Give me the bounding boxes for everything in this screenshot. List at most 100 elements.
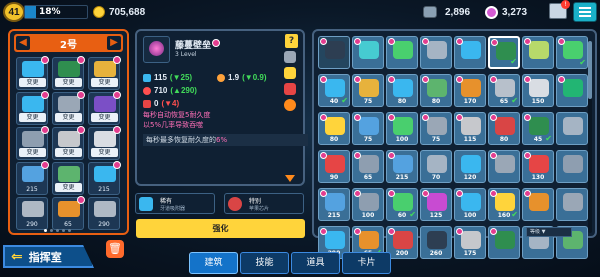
tower-card[interactable]: 80 bbox=[386, 74, 418, 107]
tower-card[interactable]: 100 bbox=[454, 188, 486, 221]
loadout-slot[interactable]: 变更 bbox=[88, 91, 121, 125]
tower-card[interactable]: 75 bbox=[352, 112, 384, 145]
tab-items[interactable]: 道具 bbox=[291, 252, 340, 274]
loadout-slot[interactable]: 变更 bbox=[52, 162, 84, 195]
tower-card[interactable]: ✔ bbox=[488, 36, 520, 69]
tower-card[interactable]: ✔ bbox=[556, 36, 588, 69]
tab-cards[interactable]: 卡片 bbox=[342, 252, 391, 274]
tower-card[interactable]: 65✔ bbox=[488, 74, 520, 107]
loadout-slot[interactable]: 65 bbox=[52, 196, 85, 230]
loadout-slot[interactable]: 变更 bbox=[88, 126, 121, 160]
loadout-slot[interactable]: 290 bbox=[88, 197, 120, 230]
coin-counter[interactable]: 705,688 bbox=[93, 4, 145, 20]
plant-icon[interactable] bbox=[284, 67, 296, 79]
tower-card[interactable] bbox=[522, 36, 554, 69]
tower-card[interactable]: 115 bbox=[454, 112, 486, 145]
tower-icon bbox=[495, 193, 515, 211]
tower-card[interactable]: 160 ✔ bbox=[488, 188, 520, 221]
loadout-slot[interactable]: 变更 bbox=[52, 91, 85, 125]
trash-icon[interactable]: 🗑 bbox=[106, 240, 124, 258]
tower-card[interactable] bbox=[556, 112, 588, 145]
tower-card[interactable] bbox=[420, 36, 452, 69]
loadout-slot[interactable]: 变更 bbox=[16, 56, 49, 90]
gear-icon[interactable] bbox=[284, 99, 296, 111]
loadout-slot[interactable]: 290 bbox=[16, 197, 48, 230]
tower-card[interactable] bbox=[556, 74, 588, 107]
tower-card[interactable] bbox=[556, 188, 588, 221]
expand-arrow-icon[interactable] bbox=[285, 175, 295, 182]
prev-floor-button[interactable]: ◀ bbox=[16, 36, 30, 50]
tower-card[interactable]: 80 bbox=[488, 112, 520, 145]
upgrade-button[interactable]: 强化 bbox=[136, 219, 305, 238]
tower-card[interactable]: 175 bbox=[454, 226, 486, 259]
tower-card[interactable]: 40 ✔ bbox=[318, 74, 350, 107]
slot-value: 215 bbox=[98, 186, 110, 193]
tower-card[interactable]: 100 bbox=[386, 112, 418, 145]
fire-icon[interactable] bbox=[284, 83, 296, 95]
tower-card[interactable] bbox=[386, 36, 418, 69]
tower-card[interactable]: 215 bbox=[318, 188, 350, 221]
tower-card[interactable]: 100 bbox=[352, 188, 384, 221]
change-label: 变更 bbox=[55, 78, 82, 87]
tower-card[interactable]: 125 bbox=[420, 188, 452, 221]
tower-card[interactable]: 150 bbox=[522, 74, 554, 107]
tower-card[interactable]: 120 bbox=[454, 150, 486, 183]
tower-card[interactable] bbox=[488, 150, 520, 183]
sort-dropdown[interactable]: 等级 ▼ bbox=[526, 227, 572, 237]
change-label: 变更 bbox=[19, 148, 46, 157]
tower-icon bbox=[529, 41, 549, 59]
tower-card[interactable] bbox=[318, 36, 350, 69]
tower-card[interactable]: 60 ✔ bbox=[386, 188, 418, 221]
parts-icon bbox=[423, 6, 437, 18]
tower-card[interactable]: 75 bbox=[352, 74, 384, 107]
tower-card[interactable]: 80 bbox=[318, 112, 350, 145]
parts-counter[interactable]: 2,896 bbox=[423, 4, 470, 20]
tower-card[interactable] bbox=[556, 150, 588, 183]
tower-icon bbox=[94, 166, 116, 182]
m-badge-icon bbox=[524, 114, 531, 121]
tower-card[interactable]: 75 bbox=[420, 112, 452, 145]
xp-percent-text: 18% bbox=[39, 7, 61, 17]
commander-room-button[interactable]: ⇐ 指挥室 bbox=[3, 245, 94, 268]
tower-name: 藤蔓壁垒 bbox=[175, 41, 212, 51]
tower-card[interactable] bbox=[352, 36, 384, 69]
trait-card-special[interactable]: 特别 苹果芯片 bbox=[224, 193, 304, 214]
loadout-slot[interactable]: 变更 bbox=[16, 91, 49, 125]
tab-skills[interactable]: 技能 bbox=[240, 252, 289, 274]
scroll-thumb[interactable] bbox=[588, 41, 592, 99]
next-floor-button[interactable]: ▶ bbox=[107, 36, 121, 50]
trait-card-rare[interactable]: 稀有 牙道吸附器 bbox=[135, 193, 215, 214]
tower-card[interactable] bbox=[454, 36, 486, 69]
loadout-slot[interactable]: 变更 bbox=[52, 56, 85, 90]
cog-icon[interactable] bbox=[284, 51, 296, 63]
tower-card[interactable]: 260 bbox=[420, 226, 452, 259]
tower-card[interactable]: 170 bbox=[454, 74, 486, 107]
player-level-badge[interactable]: 41 bbox=[3, 2, 25, 22]
tab-buildings[interactable]: 建筑 bbox=[189, 252, 238, 274]
loadout-slot[interactable]: 变更 bbox=[52, 126, 85, 160]
change-label: 变更 bbox=[55, 148, 82, 157]
mail-icon[interactable]: ! bbox=[549, 0, 570, 19]
m-badge-icon bbox=[558, 76, 565, 83]
armor-value: 0 bbox=[154, 99, 159, 108]
tower-card[interactable]: 90 bbox=[318, 150, 350, 183]
help-button[interactable]: ? bbox=[285, 34, 298, 48]
loadout-slot[interactable]: 215 bbox=[16, 161, 49, 195]
scrollbar[interactable] bbox=[588, 41, 592, 233]
loadout-slot[interactable]: 变更 bbox=[88, 56, 121, 90]
armor-delta: (▼4) bbox=[161, 99, 180, 108]
tower-card[interactable] bbox=[522, 188, 554, 221]
gem-counter[interactable]: 3,273 bbox=[485, 4, 527, 20]
menu-button[interactable] bbox=[573, 2, 597, 22]
tower-card[interactable]: 45 ✔ bbox=[522, 112, 554, 145]
tower-card[interactable]: 130 bbox=[522, 150, 554, 183]
tower-card[interactable]: 215 bbox=[386, 150, 418, 183]
tower-card[interactable]: 80 bbox=[420, 74, 452, 107]
tower-card[interactable] bbox=[488, 226, 520, 259]
tower-card[interactable]: 65 bbox=[352, 150, 384, 183]
trait-icon bbox=[139, 197, 153, 211]
loadout-slot[interactable]: 变更 bbox=[16, 126, 49, 160]
loadout-slot[interactable]: 215 bbox=[88, 161, 121, 195]
page-indicator bbox=[44, 229, 71, 232]
tower-card[interactable]: 70 bbox=[420, 150, 452, 183]
